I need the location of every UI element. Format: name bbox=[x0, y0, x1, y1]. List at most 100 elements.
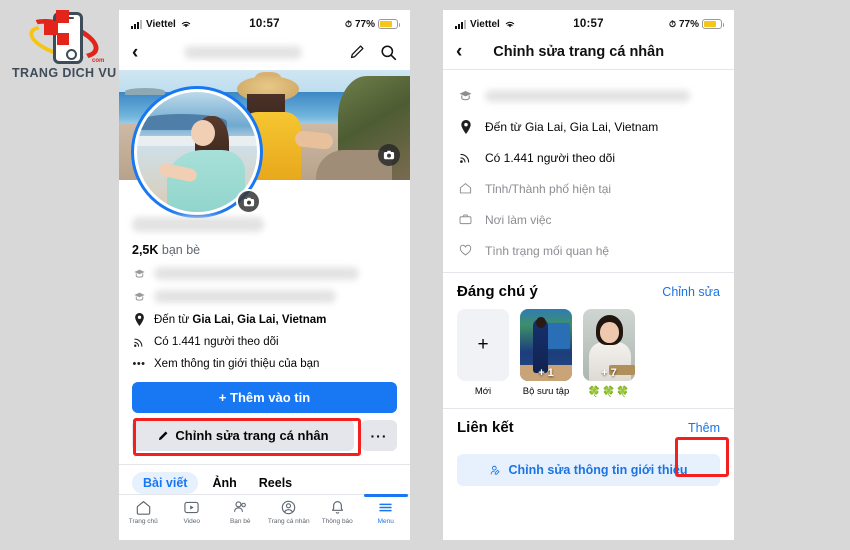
profile-name-blurred bbox=[132, 217, 264, 232]
briefcase-icon bbox=[457, 212, 474, 227]
featured-cards: + Mới + 1 Bộ sưu tập + 7 🍀🍀🍀 bbox=[443, 300, 734, 398]
nav-label-home: Trang chủ bbox=[128, 518, 158, 525]
active-tab-indicator bbox=[363, 494, 408, 497]
edit-bio-button[interactable]: Chỉnh sửa thông tin giới thiệu bbox=[457, 454, 720, 487]
red-square-2 bbox=[44, 21, 58, 35]
nav-label-menu: Menu bbox=[377, 518, 394, 525]
followers-text: Có 1.441 người theo dõi bbox=[154, 336, 279, 348]
location-pin-icon bbox=[457, 119, 474, 134]
add-featured-card[interactable]: + bbox=[457, 309, 509, 381]
friends-count-value: 2,5K bbox=[132, 243, 159, 257]
edit-row-education[interactable] bbox=[457, 80, 720, 111]
edit-row-hometown[interactable]: Đến từ Gia Lai, Gia Lai, Vietnam bbox=[457, 111, 720, 142]
signal-bars-icon bbox=[131, 19, 142, 29]
signal-bars-icon bbox=[455, 19, 466, 29]
carrier-label: Viettel bbox=[470, 18, 500, 30]
location-pin-icon bbox=[132, 313, 146, 326]
avatar[interactable] bbox=[131, 86, 263, 218]
friends-icon bbox=[233, 501, 246, 512]
status-bar-right: Viettel 10:57 ⏱ 77% bbox=[443, 10, 734, 34]
featured-card-badge: + 1 bbox=[538, 367, 554, 379]
relationship-text: Tình trạng mối quan hệ bbox=[485, 243, 610, 258]
info-row-see-bio[interactable]: ••• Xem thông tin giới thiệu của bạn bbox=[132, 358, 397, 370]
status-right-group: ⏱ 77% bbox=[604, 18, 725, 30]
pencil-icon[interactable] bbox=[348, 43, 366, 61]
tab-posts[interactable]: Bài viết bbox=[132, 472, 199, 494]
right-phone-screen: Viettel 10:57 ⏱ 77% ‹ Chỉnh sửa trang cá… bbox=[443, 10, 734, 540]
edit-row-relationship[interactable]: Tình trạng mối quan hệ bbox=[457, 235, 720, 266]
bell-icon bbox=[331, 501, 343, 514]
featured-card-label: Mới bbox=[474, 386, 492, 397]
nav-item-menu[interactable]: Menu bbox=[362, 494, 411, 525]
cover-camera-icon[interactable] bbox=[378, 144, 400, 166]
featured-section-header: Đáng chú ý Chỉnh sửa bbox=[443, 273, 734, 300]
edit-info-list: Đến từ Gia Lai, Gia Lai, Vietnam Có 1.44… bbox=[443, 70, 734, 266]
links-section-header: Liên kết Thêm bbox=[443, 408, 734, 445]
info-row-location: Đến từ Gia Lai, Gia Lai, Vietnam bbox=[132, 313, 397, 326]
workplace-text: Nơi làm việc bbox=[485, 212, 552, 227]
links-title: Liên kết bbox=[457, 419, 514, 437]
battery-icon bbox=[378, 19, 401, 29]
status-bar-left: Viettel 10:57 ⏱ 77% bbox=[119, 10, 410, 34]
see-bio-text: Xem thông tin giới thiệu của bạn bbox=[154, 358, 320, 370]
nav-actions bbox=[348, 43, 397, 61]
clock-label: 10:57 bbox=[573, 18, 604, 30]
logo-mark: com bbox=[12, 8, 112, 70]
nav-item-profile[interactable]: Trang cá nhân bbox=[265, 499, 314, 525]
battery-saver-icon: ⏱ bbox=[668, 18, 676, 29]
featured-card-collection[interactable]: + 1 Bộ sưu tập bbox=[520, 309, 572, 398]
tab-photos[interactable]: Ảnh bbox=[204, 472, 244, 494]
home-icon bbox=[457, 181, 474, 196]
clock-label: 10:57 bbox=[249, 18, 280, 30]
nav-item-friends[interactable]: Bạn bè bbox=[216, 499, 265, 525]
info-row-followers: Có 1.441 người theo dõi bbox=[132, 336, 397, 348]
blurred-name-pill bbox=[184, 45, 303, 59]
bottom-navigation: Trang chủ Video Bạn bè Trang cá nhân Thô… bbox=[119, 494, 410, 540]
profile-icon bbox=[281, 500, 296, 515]
nav-label-notifications: Thông báo bbox=[321, 518, 353, 525]
avatar-camera-icon[interactable] bbox=[236, 189, 261, 214]
profile-action-row: Chỉnh sửa trang cá nhân ··· bbox=[132, 420, 397, 451]
friends-count-row[interactable]: 2,5K bạn bè bbox=[132, 243, 397, 257]
video-icon bbox=[184, 501, 199, 514]
friends-count-label: bạn bè bbox=[161, 243, 201, 257]
nav-label-video: Video bbox=[183, 518, 200, 525]
more-options-button[interactable]: ··· bbox=[361, 420, 397, 451]
blurred-text-1 bbox=[154, 267, 359, 280]
edit-profile-button[interactable]: Chỉnh sửa trang cá nhân bbox=[132, 420, 354, 451]
nav-label-profile: Trang cá nhân bbox=[267, 518, 310, 525]
wifi-icon bbox=[181, 21, 191, 28]
featured-card-new[interactable]: + Mới bbox=[457, 309, 509, 398]
add-link-button[interactable]: Thêm bbox=[688, 421, 720, 435]
battery-saver-icon: ⏱ bbox=[344, 18, 352, 29]
left-nav-bar: ‹ bbox=[119, 34, 410, 70]
featured-card-image[interactable]: + 1 bbox=[520, 309, 572, 381]
battery-icon bbox=[702, 19, 725, 29]
edit-bio-label: Chỉnh sửa thông tin giới thiệu bbox=[508, 463, 688, 478]
nav-item-video[interactable]: Video bbox=[168, 499, 217, 525]
menu-icon bbox=[379, 503, 392, 512]
graduation-cap-icon bbox=[457, 88, 474, 103]
blurred-education-text bbox=[485, 89, 690, 102]
edit-row-workplace[interactable]: Nơi làm việc bbox=[457, 204, 720, 235]
featured-card-clover[interactable]: + 7 🍀🍀🍀 bbox=[583, 309, 635, 398]
edit-row-followers[interactable]: Có 1.441 người theo dõi bbox=[457, 142, 720, 173]
battery-percent-label: 77% bbox=[355, 18, 376, 30]
pencil-icon bbox=[159, 431, 168, 440]
add-to-story-button[interactable]: + Thêm vào tin bbox=[132, 382, 397, 413]
search-icon[interactable] bbox=[379, 43, 397, 61]
info-row-blurred-2 bbox=[132, 290, 397, 303]
blurred-text-2 bbox=[154, 290, 336, 303]
featured-card-image[interactable]: + 7 bbox=[583, 309, 635, 381]
edit-row-current-city[interactable]: Tỉnh/Thành phố hiện tại bbox=[457, 173, 720, 204]
screenshot-root: com TRANG DICH VU Viettel 10:57 ⏱ 77% ‹ … bbox=[0, 0, 850, 550]
location-value: Gia Lai, Gia Lai, Vietnam bbox=[192, 313, 327, 326]
heart-icon bbox=[457, 243, 474, 258]
featured-edit-link[interactable]: Chỉnh sửa bbox=[662, 285, 720, 299]
tab-reels[interactable]: Reels bbox=[251, 472, 300, 494]
nav-item-notifications[interactable]: Thông báo bbox=[313, 499, 362, 525]
left-phone-screen: Viettel 10:57 ⏱ 77% ‹ 2,5K bạn bè Đến từ… bbox=[119, 10, 410, 540]
nav-item-home[interactable]: Trang chủ bbox=[119, 499, 168, 525]
graduation-cap-icon bbox=[132, 267, 146, 280]
status-right-group: ⏱ 77% bbox=[280, 18, 401, 30]
